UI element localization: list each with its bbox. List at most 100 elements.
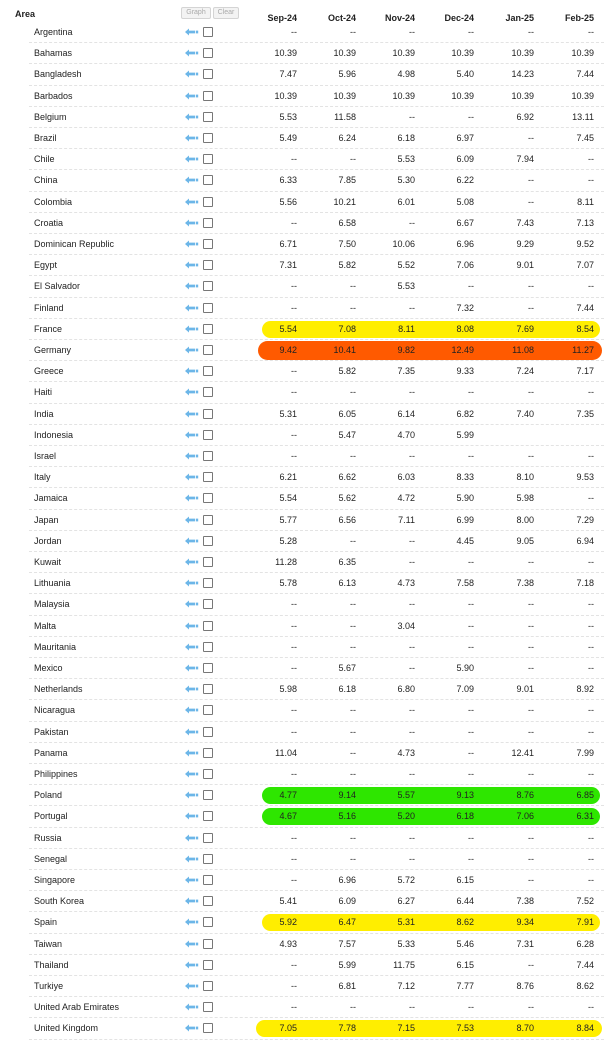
checkbox-icon[interactable] [203, 938, 213, 949]
checkbox-icon[interactable] [203, 514, 213, 525]
checkbox-icon[interactable] [203, 832, 213, 843]
checkbox-icon[interactable] [203, 175, 213, 186]
checkbox-icon[interactable] [203, 345, 213, 355]
checkbox-icon[interactable] [203, 726, 213, 737]
arrow-left-icon[interactable] [184, 578, 199, 588]
checkbox-icon[interactable] [203, 769, 213, 779]
checkbox-icon[interactable] [203, 408, 213, 419]
arrow-left-icon[interactable] [184, 303, 199, 313]
arrow-left-icon[interactable] [184, 557, 199, 567]
checkbox-icon[interactable] [203, 599, 213, 610]
arrow-left-icon[interactable] [184, 345, 199, 355]
checkbox-icon[interactable] [203, 111, 213, 122]
checkbox-icon[interactable] [203, 302, 213, 313]
arrow-left-icon[interactable] [184, 154, 199, 164]
checkbox-icon[interactable] [203, 472, 213, 483]
arrow-left-icon[interactable] [184, 875, 199, 885]
arrow-left-icon[interactable] [184, 981, 199, 991]
arrow-left-icon[interactable] [184, 91, 199, 101]
arrow-left-icon[interactable] [184, 705, 199, 715]
checkbox-icon[interactable] [203, 260, 213, 271]
arrow-left-icon[interactable] [184, 387, 199, 397]
checkbox-icon[interactable] [203, 281, 213, 292]
arrow-left-icon[interactable] [184, 112, 199, 122]
checkbox-icon[interactable] [203, 981, 213, 991]
arrow-left-icon[interactable] [184, 599, 199, 609]
arrow-left-icon[interactable] [184, 1023, 199, 1033]
arrow-left-icon[interactable] [184, 493, 199, 503]
arrow-left-icon[interactable] [184, 769, 199, 779]
checkbox-icon[interactable] [203, 917, 213, 928]
arrow-left-icon[interactable] [184, 1002, 199, 1012]
checkbox-icon[interactable] [203, 896, 213, 907]
arrow-left-icon[interactable] [184, 621, 199, 631]
arrow-left-icon[interactable] [184, 854, 199, 864]
checkbox-icon[interactable] [203, 875, 213, 885]
arrow-left-icon[interactable] [184, 472, 199, 482]
arrow-left-icon[interactable] [184, 197, 199, 207]
checkbox-icon[interactable] [203, 69, 213, 80]
checkbox-icon[interactable] [203, 853, 213, 864]
arrow-left-icon[interactable] [184, 833, 199, 843]
arrow-left-icon[interactable] [184, 366, 199, 376]
checkbox-icon[interactable] [203, 323, 213, 334]
arrow-left-icon[interactable] [184, 430, 199, 440]
checkbox-icon[interactable] [203, 684, 213, 695]
checkbox-icon[interactable] [203, 747, 213, 758]
arrow-left-icon[interactable] [184, 811, 199, 821]
checkbox-icon[interactable] [203, 27, 213, 37]
checkbox-icon[interactable] [203, 1002, 213, 1013]
arrow-left-icon[interactable] [184, 684, 199, 694]
checkbox-icon[interactable] [203, 790, 213, 801]
arrow-left-icon[interactable] [184, 748, 199, 758]
graph-button[interactable]: Graph [181, 7, 211, 19]
checkbox-icon[interactable] [203, 154, 213, 165]
checkbox-icon[interactable] [203, 641, 213, 652]
checkbox-icon[interactable] [203, 48, 213, 59]
checkbox-icon[interactable] [203, 557, 213, 567]
checkbox-icon[interactable] [203, 578, 213, 589]
checkbox-icon[interactable] [203, 535, 213, 546]
checkbox-icon[interactable] [203, 429, 213, 440]
arrow-left-icon[interactable] [184, 133, 199, 143]
checkbox-icon[interactable] [203, 387, 213, 398]
checkbox-icon[interactable] [203, 196, 213, 207]
arrow-left-icon[interactable] [184, 896, 199, 906]
table-row: El Salvador -- -- 5.53 -- -- -- [0, 276, 608, 298]
checkbox-icon[interactable] [203, 217, 213, 228]
arrow-left-icon[interactable] [184, 175, 199, 185]
checkbox-icon[interactable] [203, 811, 213, 822]
arrow-left-icon[interactable] [184, 917, 199, 927]
arrow-left-icon[interactable] [184, 451, 199, 461]
arrow-left-icon[interactable] [184, 727, 199, 737]
arrow-left-icon[interactable] [184, 409, 199, 419]
arrow-left-icon[interactable] [184, 663, 199, 673]
arrow-left-icon[interactable] [184, 939, 199, 949]
checkbox-icon[interactable] [203, 1023, 213, 1034]
arrow-left-icon[interactable] [184, 48, 199, 58]
checkbox-icon[interactable] [203, 90, 213, 101]
arrow-left-icon[interactable] [184, 515, 199, 525]
arrow-left-icon[interactable] [184, 27, 199, 37]
arrow-left-icon[interactable] [184, 790, 199, 800]
arrow-left-icon[interactable] [184, 69, 199, 79]
checkbox-icon[interactable] [203, 620, 213, 631]
arrow-left-icon[interactable] [184, 536, 199, 546]
checkbox-icon[interactable] [203, 133, 213, 143]
checkbox-icon[interactable] [203, 493, 213, 504]
area-name: Spain [34, 917, 58, 928]
arrow-left-icon[interactable] [184, 281, 199, 291]
checkbox-icon[interactable] [203, 239, 213, 249]
arrow-left-icon[interactable] [184, 218, 199, 228]
checkbox-icon[interactable] [203, 663, 213, 673]
arrow-left-icon[interactable] [184, 239, 199, 249]
checkbox-icon[interactable] [203, 366, 213, 377]
clear-button[interactable]: Clear [213, 7, 239, 19]
arrow-left-icon[interactable] [184, 642, 199, 652]
arrow-left-icon[interactable] [184, 960, 199, 970]
checkbox-icon[interactable] [203, 451, 213, 461]
arrow-left-icon[interactable] [184, 324, 199, 334]
checkbox-icon[interactable] [203, 705, 213, 716]
checkbox-icon[interactable] [203, 959, 213, 970]
arrow-left-icon[interactable] [184, 260, 199, 270]
